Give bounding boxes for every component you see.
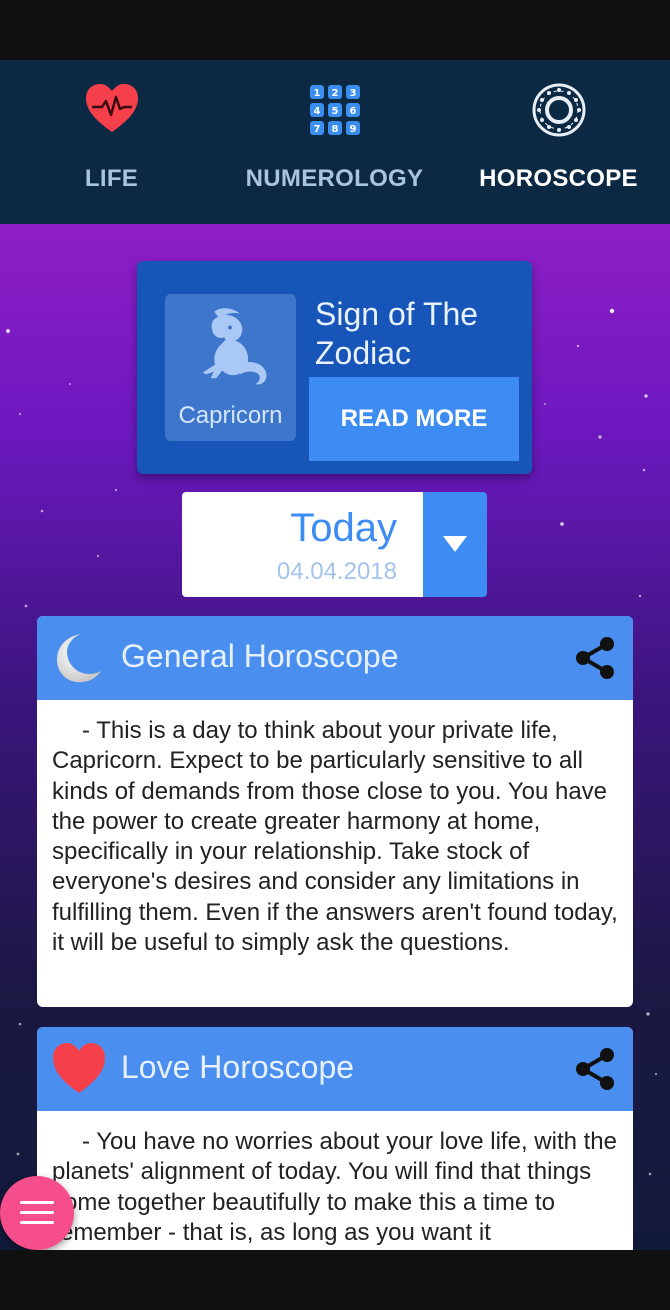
menu-icon <box>20 1201 54 1224</box>
zodiac-wheel-icon <box>532 83 585 137</box>
svg-text:6: 6 <box>349 106 356 117</box>
date-value: 04.04.2018 <box>276 558 397 585</box>
date-label: Today <box>290 506 397 550</box>
love-horoscope-title: Love Horoscope <box>121 1049 355 1085</box>
general-horoscope-title: General Horoscope <box>121 638 399 674</box>
svg-text:9: 9 <box>349 124 356 135</box>
system-nav-bar <box>0 1250 670 1310</box>
svg-text:4: 4 <box>313 106 320 117</box>
tab-bar: LIFE 123 456 789 NUMEROLOGY HOROSCOPE <box>0 60 670 283</box>
date-dropdown-button[interactable] <box>423 492 487 597</box>
heart-pulse-icon <box>85 84 138 132</box>
heart-icon <box>53 1043 105 1093</box>
love-horoscope-body: - You have no worries about your love li… <box>52 1128 617 1246</box>
status-bar <box>0 0 670 60</box>
tab-horoscope-label: HOROSCOPE <box>479 165 638 192</box>
love-horoscope-card: Love Horoscope - You have no worries abo… <box>37 1027 633 1250</box>
svg-text:8: 8 <box>331 124 338 135</box>
general-horoscope-body: - This is a day to think about your priv… <box>52 717 618 957</box>
general-horoscope-text: - This is a day to think about your priv… <box>52 716 622 958</box>
svg-text:5: 5 <box>331 106 338 117</box>
read-more-button[interactable]: READ MORE <box>309 377 519 461</box>
love-horoscope-header: Love Horoscope <box>37 1027 633 1111</box>
love-horoscope-text: - You have no worries about your love li… <box>52 1127 622 1248</box>
horoscope-content[interactable]: Capricorn Sign of The Zodiac READ MORE T… <box>0 224 670 1250</box>
menu-fab-button[interactable] <box>0 1176 74 1250</box>
zodiac-sign-card: Capricorn Sign of The Zodiac READ MORE <box>137 261 532 474</box>
tab-life-label: LIFE <box>84 165 139 192</box>
zodiac-sign-name: Capricorn <box>178 402 283 429</box>
share-icon[interactable] <box>571 1045 619 1093</box>
tab-horoscope[interactable]: HOROSCOPE <box>447 60 670 224</box>
general-horoscope-card: General Horoscope - This is a day to thi… <box>37 616 633 1007</box>
number-grid-icon: 123 456 789 <box>309 85 360 135</box>
date-selector[interactable]: Today 04.04.2018 <box>182 492 423 597</box>
moon-icon <box>57 634 101 683</box>
capricorn-icon <box>202 308 267 385</box>
zodiac-title: Sign of The Zodiac <box>315 296 479 371</box>
zodiac-sign-tile[interactable]: Capricorn <box>165 294 296 441</box>
share-icon[interactable] <box>571 634 619 682</box>
caret-down-icon <box>443 536 467 552</box>
svg-text:3: 3 <box>349 88 356 99</box>
svg-text:1: 1 <box>313 88 320 99</box>
general-horoscope-header: General Horoscope <box>37 616 633 700</box>
tab-numerology[interactable]: 123 456 789 NUMEROLOGY <box>223 60 446 224</box>
svg-text:2: 2 <box>331 88 338 99</box>
svg-text:7: 7 <box>313 124 320 135</box>
tab-life[interactable]: LIFE <box>0 60 223 224</box>
tab-numerology-label: NUMEROLOGY <box>245 165 424 192</box>
